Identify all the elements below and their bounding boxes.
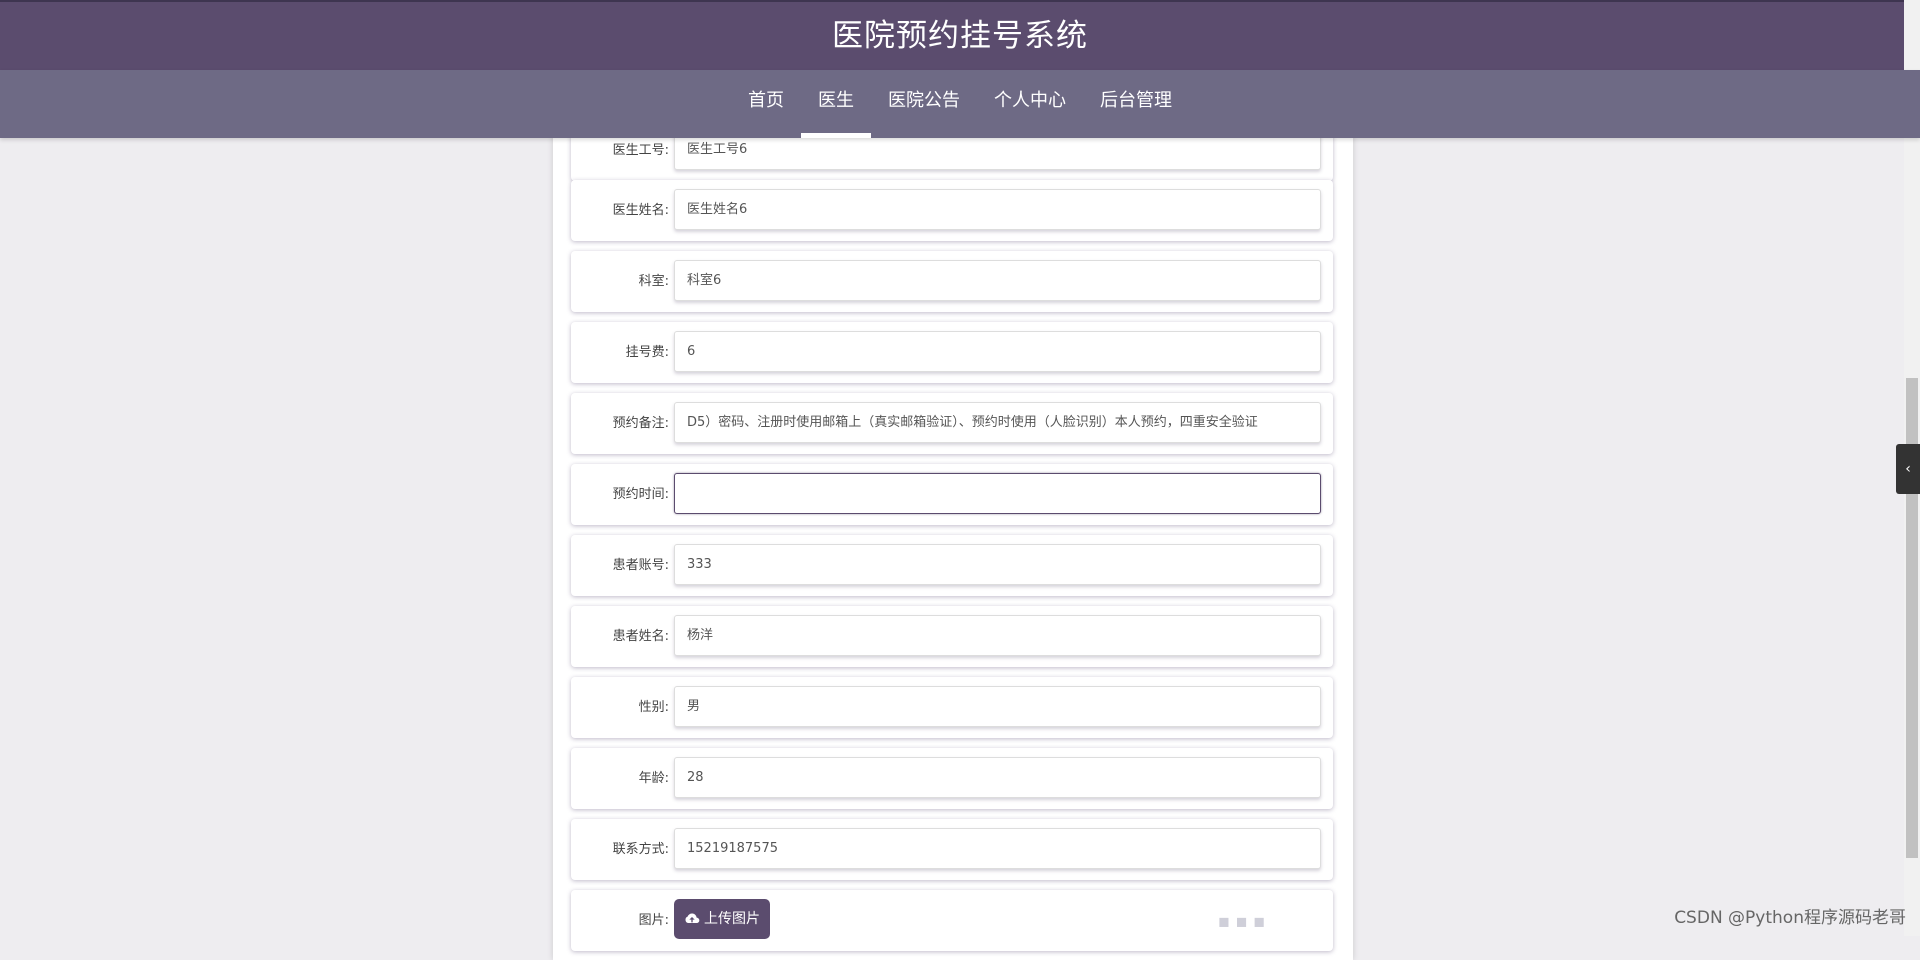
appointment-time-field[interactable] (674, 473, 1321, 514)
department-field[interactable]: 科室6 (674, 260, 1321, 301)
patient-account-field[interactable]: 333 (674, 544, 1321, 585)
ime-icon: ◼ (1235, 914, 1248, 930)
form-panel: 医生工号: 医生工号6 医生姓名: 医生姓名6 科室: 科室6 挂号费: 6 预… (553, 120, 1353, 960)
fee-field[interactable]: 6 (674, 331, 1321, 372)
row-appointment-time: 预约时间: (571, 464, 1333, 525)
age-field[interactable]: 28 (674, 757, 1321, 798)
nav-doctor[interactable]: 医生 (801, 70, 871, 138)
contact-label: 联系方式: (612, 842, 669, 857)
row-gender: 性别: 男 (571, 677, 1333, 738)
app-header: 医院预约挂号系统 (0, 0, 1920, 70)
nav-home[interactable]: 首页 (731, 70, 801, 138)
fee-label: 挂号费: (625, 345, 669, 360)
row-patient-name: 患者姓名: 杨洋 (571, 606, 1333, 667)
contact-field[interactable]: 15219187575 (674, 828, 1321, 869)
nav-personal-center[interactable]: 个人中心 (977, 70, 1083, 138)
ime-icon: ◼ (1253, 914, 1265, 930)
row-remark: 预约备注: D5）密码、注册时使用邮箱上（真实邮箱验证）、预约时使用（人脸识别）… (571, 393, 1333, 454)
gender-field[interactable]: 男 (674, 686, 1321, 727)
gender-label: 性别: (638, 700, 669, 715)
remark-field[interactable]: D5）密码、注册时使用邮箱上（真实邮箱验证）、预约时使用（人脸识别）本人预约，四… (674, 402, 1321, 443)
image-label: 图片: (638, 913, 669, 928)
doctor-name-label: 医生姓名: (612, 203, 669, 218)
main-nav: 首页 医生 医院公告 个人中心 后台管理 (0, 70, 1920, 138)
nav-announcement[interactable]: 医院公告 (871, 70, 977, 138)
row-fee: 挂号费: 6 (571, 322, 1333, 383)
remark-label: 预约备注: (612, 416, 669, 431)
nav-admin[interactable]: 后台管理 (1083, 70, 1189, 138)
row-doctor-name: 医生姓名: 医生姓名6 (571, 180, 1333, 241)
department-label: 科室: (638, 274, 669, 289)
appointment-time-label: 预约时间: (612, 487, 669, 502)
row-patient-account: 患者账号: 333 (571, 535, 1333, 596)
ime-toolbar: ◼ ◼ ◼ (1218, 914, 1265, 934)
chevron-left-icon[interactable]: ‹ (1896, 444, 1920, 494)
cloud-upload-icon (685, 913, 700, 923)
watermark: CSDN @Python程序源码老哥 (1674, 908, 1906, 928)
row-contact: 联系方式: 15219187575 (571, 819, 1333, 880)
upload-image-label: 上传图片 (704, 911, 760, 927)
site-title: 医院预约挂号系统 (832, 18, 1088, 54)
age-label: 年龄: (638, 771, 669, 786)
patient-name-label: 患者姓名: (612, 629, 669, 644)
upload-image-button[interactable]: 上传图片 (674, 899, 770, 939)
ime-icon: ◼ (1218, 914, 1230, 930)
row-age: 年龄: 28 (571, 748, 1333, 809)
patient-account-label: 患者账号: (612, 558, 669, 573)
doctor-name-field[interactable]: 医生姓名6 (674, 189, 1321, 230)
row-department: 科室: 科室6 (571, 251, 1333, 312)
patient-name-field[interactable]: 杨洋 (674, 615, 1321, 656)
